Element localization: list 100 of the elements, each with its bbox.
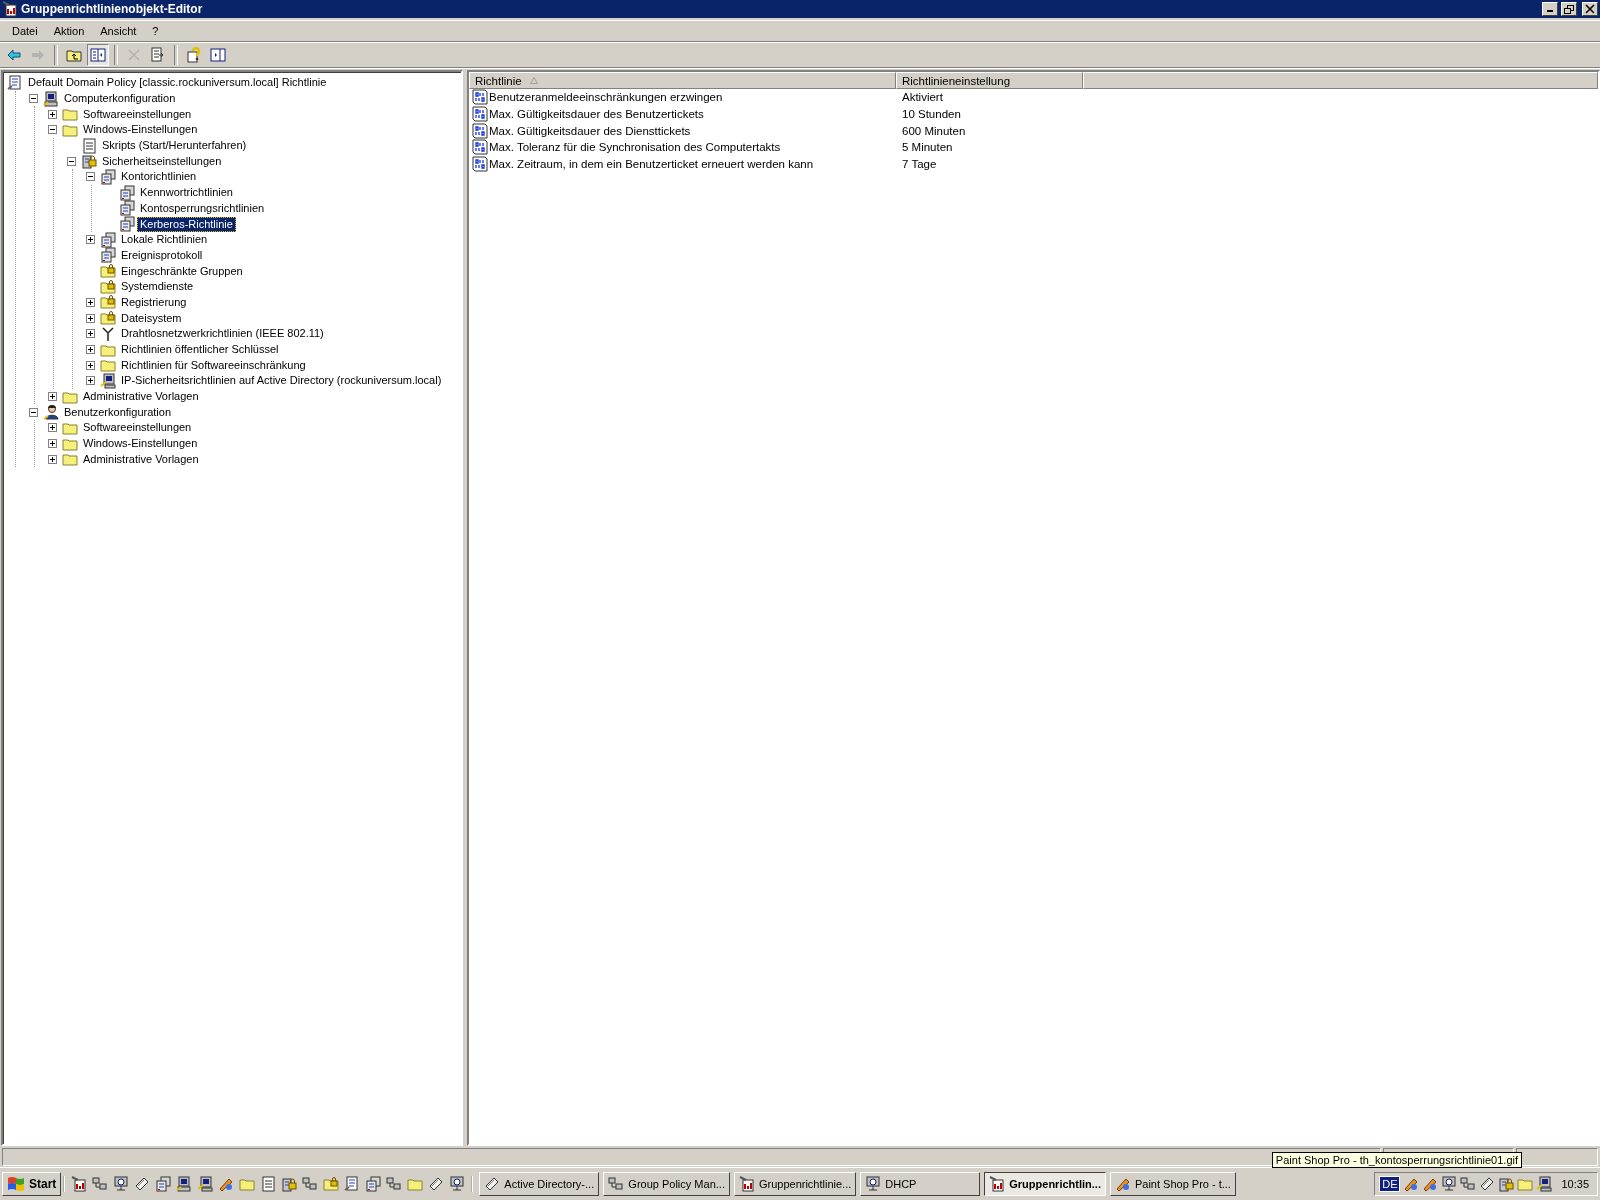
locked-folder-icon xyxy=(100,278,116,295)
tree-item[interactable]: Windows-Einstellungen xyxy=(80,436,201,452)
policy-setting-icon xyxy=(472,122,488,139)
policy-setting: 10 Stunden xyxy=(901,108,961,121)
tray-icon xyxy=(1422,1176,1439,1192)
tree-item[interactable]: Kennwortrichtlinien xyxy=(137,185,236,201)
tree-item[interactable]: Systemdienste xyxy=(118,279,197,295)
expand-toggle[interactable] xyxy=(86,345,95,355)
tray-icon xyxy=(1498,1176,1515,1192)
policy-name[interactable]: Benutzeranmeldeeinschränkungen erzwingen xyxy=(489,91,723,104)
column-header[interactable]: Richtlinieneinstellung xyxy=(896,72,1083,89)
tree-item[interactable]: Administrative Vorlagen xyxy=(80,451,202,467)
policy-name[interactable]: Max. Gültigkeitsdauer des Diensttickets xyxy=(489,124,691,137)
taskbar-button[interactable]: Group Policy Man... xyxy=(603,1172,730,1196)
tree-item[interactable]: Computerkonfiguration xyxy=(61,91,179,107)
expand-toggle[interactable] xyxy=(86,329,95,339)
expand-toggle[interactable] xyxy=(86,297,95,307)
expand-toggle[interactable] xyxy=(48,454,57,464)
quick-launch-icon[interactable] xyxy=(113,1176,130,1192)
tree-item[interactable]: Drahtlosnetzwerkrichtlinien (IEEE 802.11) xyxy=(118,326,327,342)
quick-launch-icon[interactable] xyxy=(449,1176,466,1192)
policy-name[interactable]: Max. Toleranz für die Synchronisation des Computertakts xyxy=(489,141,781,154)
expand-toggle[interactable] xyxy=(48,423,57,433)
tray-icon xyxy=(1479,1176,1496,1192)
quick-launch-icon[interactable] xyxy=(197,1176,214,1192)
expand-toggle[interactable] xyxy=(86,376,95,386)
menu-item[interactable]: ? xyxy=(144,23,167,39)
tray-icon xyxy=(1517,1176,1534,1192)
tree-item[interactable]: Windows-Einstellungen xyxy=(80,122,201,138)
tree-item[interactable]: Dateisystem xyxy=(118,310,185,326)
tooltip: Paint Shop Pro - th_kontosperrungsrichtlinie01.gif xyxy=(1271,1152,1522,1168)
collapse-toggle[interactable] xyxy=(29,94,38,104)
tree-item[interactable]: Default Domain Policy [classic.rockuniversum.local] Richtlinie xyxy=(25,75,330,91)
expand-toggle[interactable] xyxy=(48,439,57,449)
tree-item[interactable]: Benutzerkonfiguration xyxy=(61,404,174,420)
close-icon xyxy=(1585,4,1595,14)
menu-item[interactable]: Aktion xyxy=(45,23,93,39)
quick-launch-icon[interactable] xyxy=(71,1176,88,1192)
tree-item[interactable]: Richtlinien öffentlicher Schlüssel xyxy=(118,342,282,358)
monitor-icon xyxy=(865,1176,882,1192)
plus-icon xyxy=(87,346,94,354)
back-arrow-icon xyxy=(6,47,22,63)
quick-launch-icon[interactable] xyxy=(344,1176,361,1192)
taskbar-button[interactable]: DHCP xyxy=(860,1172,981,1196)
menu-item[interactable]: Ansicht xyxy=(92,23,145,39)
collapse-toggle[interactable] xyxy=(29,407,38,417)
close-button[interactable] xyxy=(1582,2,1598,16)
quick-launch-icon[interactable] xyxy=(176,1176,193,1192)
tree-item[interactable]: Softwareeinstellungen xyxy=(80,106,195,122)
taskbar-button[interactable]: Active Directory-... xyxy=(479,1172,600,1196)
tree-item[interactable]: Kontorichtlinien xyxy=(118,169,200,185)
tray-icon xyxy=(1403,1176,1420,1192)
export-list-icon xyxy=(150,47,166,63)
taskbar-button[interactable]: Gruppenrichtlinie... xyxy=(733,1172,857,1196)
policy-document-icon xyxy=(7,74,23,91)
expand-toggle[interactable] xyxy=(86,235,95,245)
taskbar-button[interactable]: Paint Shop Pro - t... xyxy=(1109,1172,1236,1196)
split-pane-button[interactable] xyxy=(87,44,109,66)
tree-item[interactable]: Lokale Richtlinien xyxy=(118,232,211,248)
language-indicator[interactable]: DE xyxy=(1379,1176,1401,1192)
tree-item[interactable]: Kerberos-Richtlinie xyxy=(137,216,236,232)
plus-icon xyxy=(87,377,94,385)
taskbar-button[interactable]: Gruppenrichtlin... xyxy=(984,1172,1106,1196)
start-button[interactable]: Start xyxy=(2,1172,62,1196)
monitor-key-icon xyxy=(100,372,116,389)
menu-item[interactable]: Datei xyxy=(4,23,46,39)
tree-item[interactable]: Registrierung xyxy=(118,294,190,310)
tree-item[interactable]: Ereignisprotokoll xyxy=(118,247,206,263)
window-title: Gruppenrichtlinienobjekt-Editor xyxy=(21,2,204,16)
tree-item[interactable]: IP-Sicherheitsrichtlinien auf Active Directory (rockuniversum.local) xyxy=(118,373,445,389)
minimize-icon xyxy=(1547,10,1553,12)
expand-toggle[interactable] xyxy=(48,109,57,119)
tree-item[interactable]: Sicherheitseinstellungen xyxy=(99,153,225,169)
minimize-button[interactable] xyxy=(1542,2,1558,16)
split-pane-icon xyxy=(90,47,106,63)
collapse-toggle[interactable] xyxy=(48,125,57,135)
collapse-toggle[interactable] xyxy=(67,156,76,166)
tree-item[interactable]: Skripts (Start/Herunterfahren) xyxy=(99,138,250,154)
tree-item[interactable]: Administrative Vorlagen xyxy=(80,389,202,405)
server-stack-icon xyxy=(100,231,116,248)
restore-icon xyxy=(1564,4,1574,14)
policy-name[interactable]: Max. Gültigkeitsdauer des Benutzertickets xyxy=(489,108,704,121)
plus-icon xyxy=(49,440,56,448)
expand-toggle[interactable] xyxy=(86,313,95,323)
tree-item[interactable]: Eingeschränkte Gruppen xyxy=(118,263,246,279)
policy-setting-icon xyxy=(472,139,488,156)
expand-toggle[interactable] xyxy=(86,360,95,370)
tree-item[interactable]: Richtlinien für Softwareeinschränkung xyxy=(118,357,309,373)
tray-icon xyxy=(1441,1176,1458,1192)
restore-button[interactable] xyxy=(1561,2,1577,16)
app-icon xyxy=(2,1,18,17)
quick-launch-icon[interactable] xyxy=(134,1176,151,1192)
expand-toggle[interactable] xyxy=(48,392,57,402)
plus-icon xyxy=(87,361,94,369)
quick-launch-icon[interactable] xyxy=(428,1176,445,1192)
collapse-toggle[interactable] xyxy=(86,172,95,182)
column-header[interactable]: Richtlinie xyxy=(469,72,896,89)
tree-item[interactable]: Kontosperrungsrichtlinien xyxy=(137,200,268,216)
tree-item[interactable]: Softwareeinstellungen xyxy=(80,420,195,436)
policy-name[interactable]: Max. Zeitraum, in dem ein Benutzerticket erneuert werden kann xyxy=(489,158,814,171)
